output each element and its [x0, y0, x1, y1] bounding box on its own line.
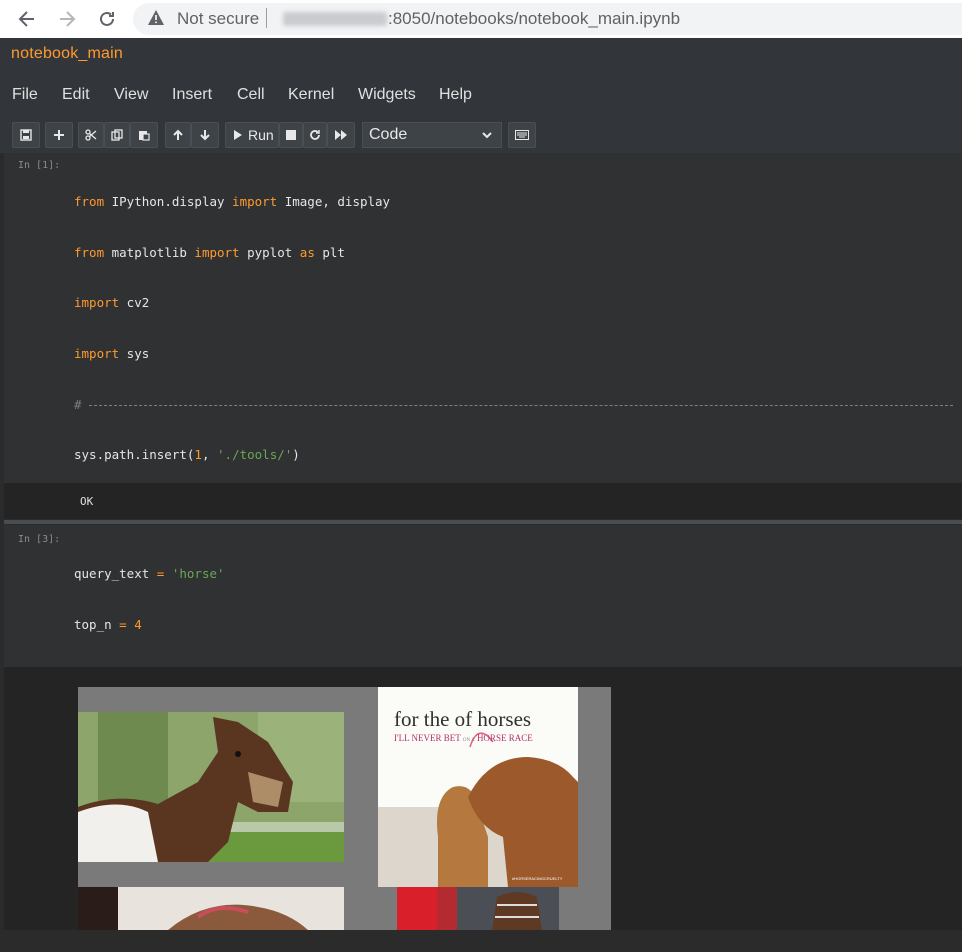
horse-photo-1 — [78, 712, 344, 862]
forward-icon[interactable] — [54, 6, 80, 32]
cell-1-output: OK — [4, 483, 962, 519]
poster-sub-small: ON A — [462, 738, 475, 743]
move-up-button[interactable] — [165, 122, 191, 148]
menu-view[interactable]: View — [114, 86, 148, 104]
menu-widgets[interactable]: Widgets — [358, 86, 416, 104]
horse-poster: for the of horses I'LL NEVER BET ON A HO… — [378, 687, 578, 887]
keyboard-icon — [515, 130, 529, 140]
fast-forward-icon — [335, 130, 347, 140]
restart-icon — [310, 130, 320, 140]
output-text: OK — [80, 495, 94, 508]
play-icon — [234, 130, 242, 140]
notebook-body: In [1]: from IPython.display import Imag… — [0, 153, 962, 930]
horse-photo-3 — [78, 887, 344, 930]
arrow-up-icon — [173, 129, 183, 140]
back-icon[interactable] — [14, 6, 40, 32]
copy-button[interactable] — [104, 122, 130, 148]
menu-help[interactable]: Help — [439, 86, 472, 104]
plus-icon — [54, 130, 64, 140]
reload-icon[interactable] — [94, 6, 120, 32]
code-cell-2[interactable]: In [3]: query_text = 'horse' top_n = 4 f… — [4, 525, 962, 834]
poster-sub-b: HORSE RACE — [476, 733, 533, 743]
cell-prompt: In [3]: — [18, 534, 61, 545]
copy-icon — [111, 129, 123, 141]
poster-title-a: for the — [394, 707, 450, 731]
poster-sub-a: I'LL NEVER BET — [394, 733, 461, 743]
restart-button[interactable] — [303, 122, 327, 148]
insert-cell-button[interactable] — [45, 122, 73, 148]
menu-kernel[interactable]: Kernel — [288, 86, 334, 104]
notebook-header: notebook_main File Edit View Insert Cell… — [0, 38, 962, 153]
poster-title-heart: of — [454, 707, 473, 731]
warning-icon[interactable] — [147, 9, 165, 32]
address-bar[interactable]: Not secure :8050/notebooks/notebook_main… — [133, 3, 962, 35]
notebook-title[interactable]: notebook_main — [11, 45, 123, 63]
menu-edit[interactable]: Edit — [62, 86, 90, 104]
command-palette-button[interactable] — [508, 122, 536, 148]
run-label: Run — [248, 127, 274, 143]
code-cell-1[interactable]: In [1]: from IPython.display import Imag… — [4, 153, 962, 919]
cell-type-value: Code — [369, 126, 408, 143]
menu-cell[interactable]: Cell — [237, 86, 265, 104]
browser-toolbar: Not secure :8050/notebooks/notebook_main… — [0, 0, 962, 39]
stop-icon — [286, 130, 296, 140]
paste-button[interactable] — [130, 122, 158, 148]
arrow-down-icon — [200, 130, 210, 141]
interrupt-button[interactable] — [279, 122, 303, 148]
poster-tag: #HORSERACINGCRUELTY — [512, 876, 563, 881]
security-label[interactable]: Not secure — [177, 9, 259, 29]
url-host-redacted — [283, 12, 387, 26]
cell-divider — [4, 520, 962, 524]
thumbnails-image: for the of horses I'LL NEVER BET ON A HO… — [78, 687, 611, 930]
run-button[interactable]: Run — [225, 122, 279, 148]
cell-type-select[interactable]: Code — [362, 122, 502, 148]
save-button[interactable] — [12, 122, 40, 148]
save-icon — [20, 129, 32, 141]
chevron-down-icon — [482, 132, 492, 139]
url-path[interactable]: :8050/notebooks/notebook_main.ipynb — [388, 9, 680, 29]
poster-title-b: horses — [477, 707, 532, 731]
scissors-icon — [85, 129, 97, 141]
menu-file[interactable]: File — [12, 86, 38, 104]
move-down-button[interactable] — [191, 122, 219, 148]
restart-run-all-button[interactable] — [327, 122, 355, 148]
cell-prompt: In [1]: — [18, 160, 61, 171]
menu-insert[interactable]: Insert — [172, 86, 212, 104]
cut-button[interactable] — [78, 122, 104, 148]
url-divider — [266, 8, 267, 28]
horse-photo-4 — [397, 887, 559, 930]
paste-icon — [139, 131, 150, 141]
